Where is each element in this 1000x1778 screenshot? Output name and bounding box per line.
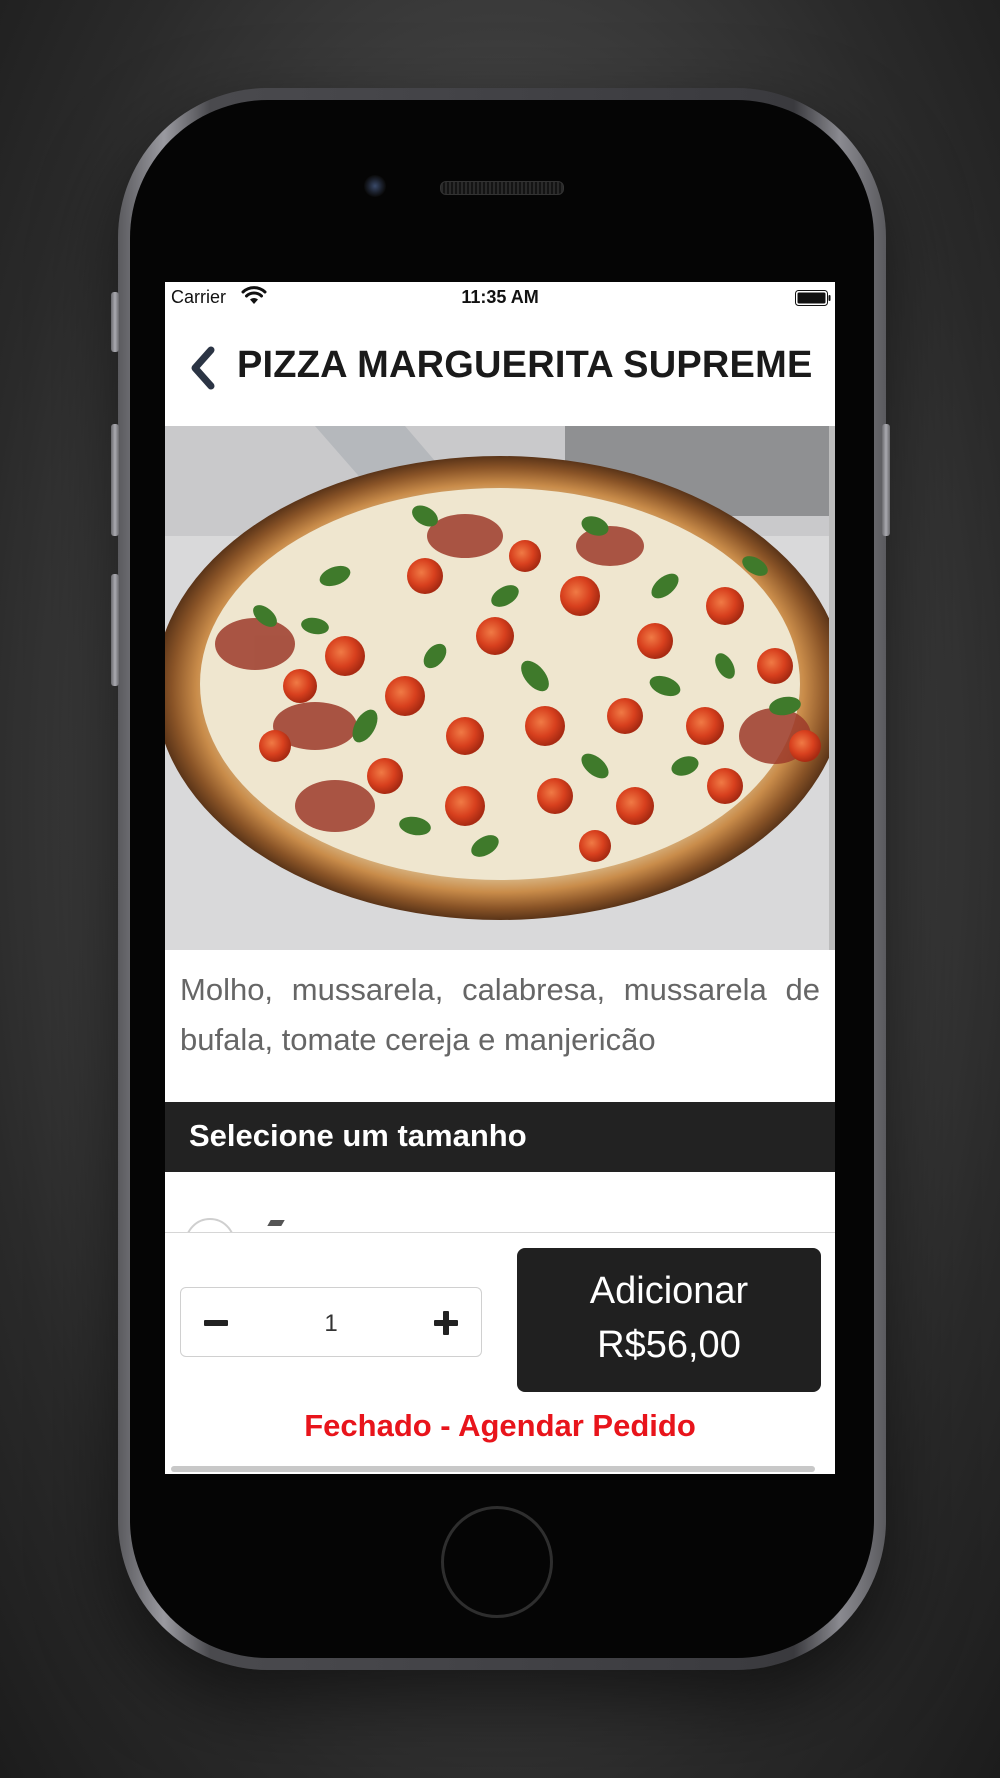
page-title: PIZZA MARGUERITA SUPREME [237, 344, 813, 386]
phone-volume-up [111, 424, 119, 536]
product-image [165, 426, 835, 950]
page-header: PIZZA MARGUERITA SUPREME [165, 314, 835, 426]
phone-power-button [882, 424, 890, 536]
app-screen: Carrier 11:35 AM PIZZA MARGUERITA SUPREM… [165, 282, 835, 1474]
size-section-header: Selecione um tamanho [165, 1102, 835, 1172]
plus-icon[interactable] [433, 1310, 459, 1336]
back-chevron-icon[interactable] [187, 346, 219, 390]
closed-schedule-link[interactable]: Fechado - Agendar Pedido [165, 1408, 835, 1444]
home-button[interactable] [441, 1506, 553, 1618]
earpiece-speaker [440, 181, 564, 195]
home-indicator [171, 1466, 815, 1472]
phone-silent-switch [111, 292, 119, 352]
order-bottom-bar: 1 Adicionar R$56,00 Fechado - Agendar Pe… [165, 1232, 835, 1474]
add-button-label: Adicionar [589, 1270, 749, 1312]
add-button-price: R$56,00 [597, 1324, 741, 1366]
battery-icon [795, 290, 831, 306]
phone-volume-down [111, 574, 119, 686]
size-option-label-peek [267, 1220, 285, 1226]
add-to-cart-button[interactable]: Adicionar R$56,00 [517, 1248, 821, 1392]
front-camera [364, 175, 386, 197]
status-bar: Carrier 11:35 AM [165, 282, 835, 314]
quantity-stepper: 1 [180, 1287, 482, 1357]
product-description: Molho, mussarela, calabresa, mussarela d… [180, 972, 820, 1057]
image-scrollbar[interactable] [829, 426, 835, 950]
size-section-title: Selecione um tamanho [189, 1118, 527, 1153]
status-time: 11:35 AM [461, 287, 539, 307]
